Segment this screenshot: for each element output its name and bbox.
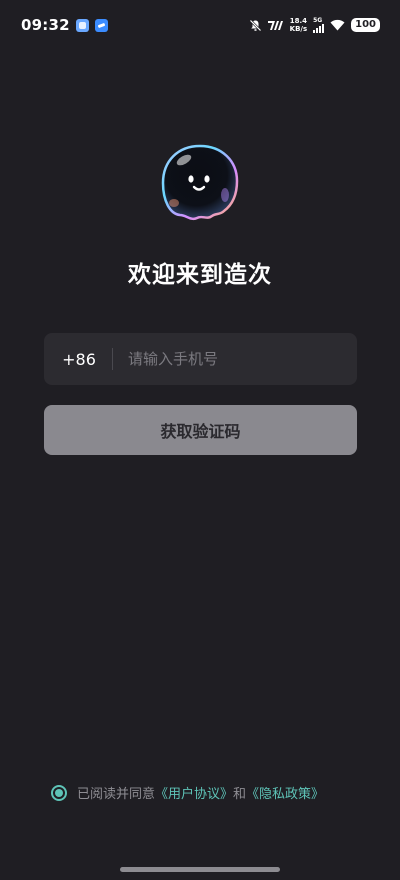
battery-icon: 100 (351, 18, 380, 32)
signal-hd-icon (267, 20, 283, 30)
network-generation: 5G (313, 17, 323, 24)
user-agreement-link[interactable]: 《用户协议》 (155, 783, 233, 802)
network-speed: 18.4 KB/s (290, 17, 307, 33)
app-notification-icon-2 (94, 18, 108, 32)
cellular-signal-icon: 5G (313, 17, 325, 33)
status-bar-right: 18.4 KB/s 5G 100 (249, 17, 380, 33)
network-speed-value: 18.4 (289, 17, 308, 25)
welcome-title: 欢迎来到造次 (128, 262, 272, 288)
get-verification-code-button[interactable]: 获取验证码 (44, 405, 357, 455)
agreement-row: 已阅读并同意 《用户协议》 和 《隐私政策》 (51, 783, 324, 802)
wifi-icon (330, 19, 345, 31)
status-time: 09:32 (21, 16, 70, 34)
agreement-radio-checked[interactable] (51, 784, 67, 801)
country-code-selector[interactable]: +86 (44, 350, 106, 369)
phone-input-box[interactable]: +86 (44, 333, 357, 385)
home-indicator[interactable] (120, 867, 280, 872)
network-speed-unit: KB/s (289, 25, 308, 33)
status-bar: 09:32 18.4 KB/s 5G 100 (0, 0, 400, 50)
agreement-conjunction: 和 (233, 787, 247, 802)
privacy-policy-link[interactable]: 《隐私政策》 (246, 783, 324, 802)
mascot-bubble-icon (161, 144, 239, 221)
agreement-prefix: 已阅读并同意 (77, 787, 156, 802)
phone-number-input[interactable] (113, 333, 357, 385)
mute-bell-icon (249, 19, 261, 31)
app-notification-icon (75, 18, 89, 32)
status-bar-left: 09:32 (21, 16, 108, 34)
